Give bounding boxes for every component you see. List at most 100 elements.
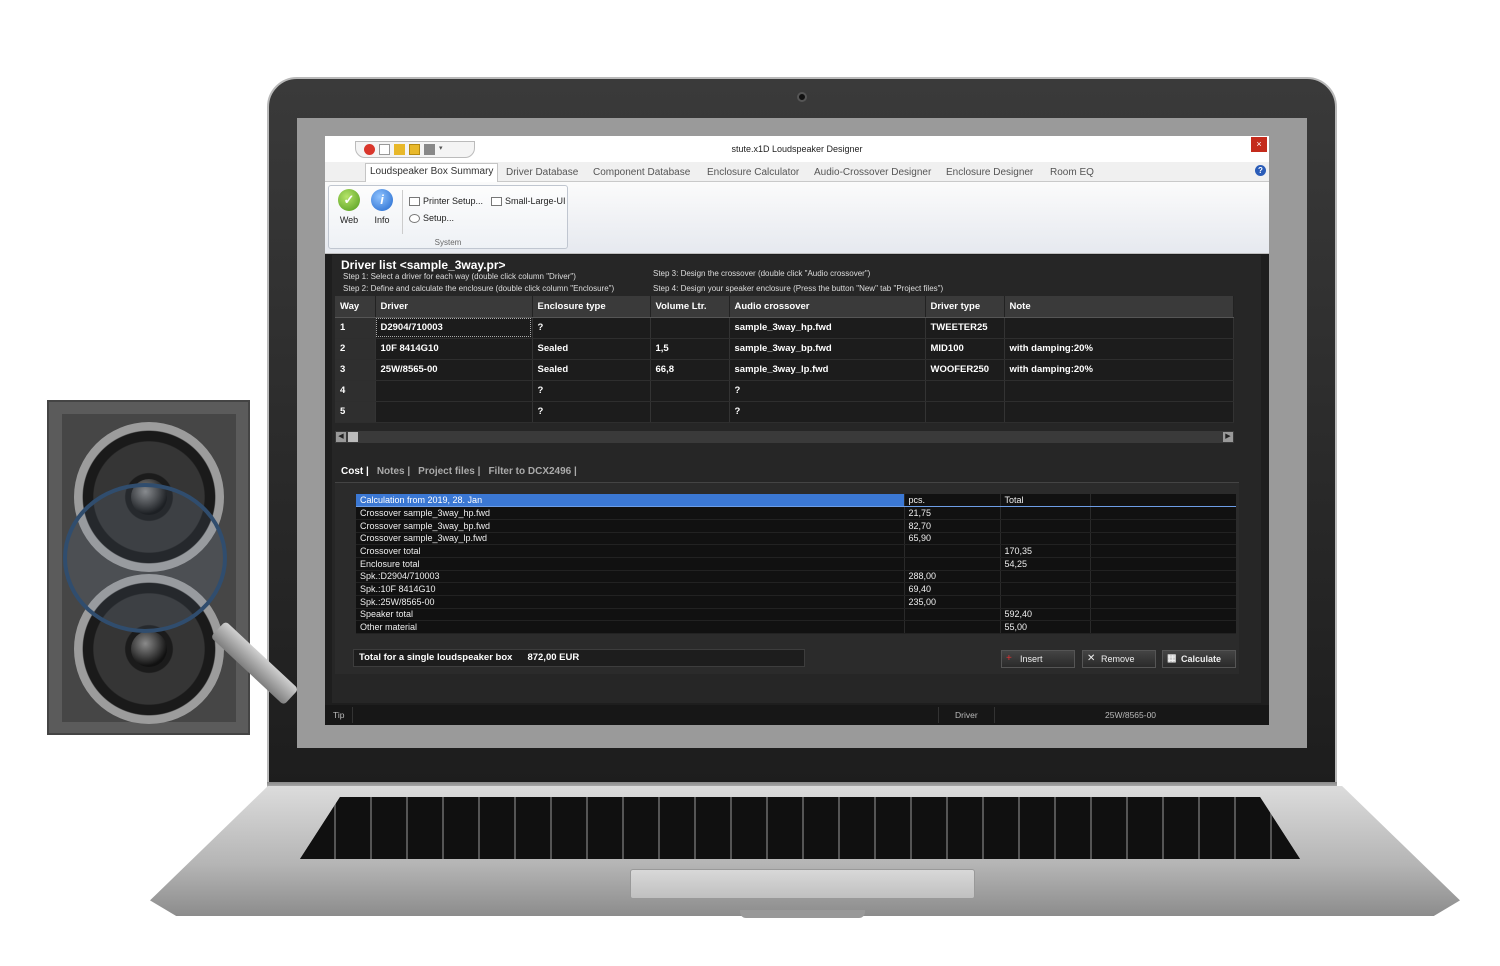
cost-cell[interactable] <box>1000 519 1091 533</box>
cost-row[interactable]: Crossover total 170,35 <box>356 544 1236 558</box>
setup-button[interactable]: Setup... <box>409 213 454 223</box>
grid-cell[interactable] <box>1004 317 1234 339</box>
grid-cell[interactable] <box>375 380 533 402</box>
cost-cell[interactable]: 69,40 <box>904 582 1001 596</box>
cost-cell[interactable]: Crossover total <box>356 544 905 558</box>
cost-cell[interactable] <box>1090 519 1236 533</box>
scroll-right-icon[interactable]: ▶ <box>1223 432 1233 442</box>
cost-cell[interactable]: 21,75 <box>904 506 1001 520</box>
cost-row[interactable]: Other material 55,00 <box>356 620 1236 634</box>
tab-enclosure-designer[interactable]: Enclosure Designer <box>942 165 1037 180</box>
cost-cell[interactable]: Spk.:D2904/710003 <box>356 570 905 584</box>
cost-cell[interactable]: Other material <box>356 620 905 634</box>
cost-row[interactable]: Speaker total 592,40 <box>356 608 1236 622</box>
cost-cell[interactable]: 170,35 <box>1000 544 1091 558</box>
cost-row[interactable]: Spk.:D2904/710003 288,00 <box>356 570 1236 584</box>
table-row[interactable]: 4 ? ? <box>335 380 1234 402</box>
cost-cell[interactable]: Speaker total <box>356 608 905 622</box>
tab-loudspeaker-box-summary[interactable]: Loudspeaker Box Summary <box>365 163 499 182</box>
cost-cell[interactable]: Total <box>1000 494 1091 508</box>
grid-cell[interactable] <box>650 317 730 339</box>
info-button[interactable]: i Info <box>366 189 398 225</box>
tab-enclosure-calculator[interactable]: Enclosure Calculator <box>703 165 803 180</box>
cost-row[interactable]: Calculation from 2019, 28. Jan pcs. Total <box>356 494 1236 508</box>
cost-row[interactable]: Crossover sample_3way_hp.fwd 21,75 <box>356 506 1236 520</box>
grid-cell[interactable]: 2 <box>335 338 376 360</box>
cost-row[interactable]: Enclosure total 54,25 <box>356 557 1236 571</box>
table-row[interactable]: 1 D2904/710003 ? sample_3way_hp.fwd TWEE… <box>335 317 1234 339</box>
cost-cell[interactable] <box>1000 595 1091 609</box>
grid-cell[interactable]: TWEETER25 <box>925 317 1005 339</box>
cost-cell[interactable]: Crossover sample_3way_hp.fwd <box>356 506 905 520</box>
column-header[interactable]: Audio crossover <box>729 296 926 318</box>
remove-button[interactable]: ✕ Remove <box>1082 650 1156 668</box>
cost-cell[interactable]: Crossover sample_3way_lp.fwd <box>356 532 905 546</box>
horizontal-scrollbar[interactable]: ◀ ▶ <box>335 431 1234 443</box>
close-button[interactable]: × <box>1251 137 1267 152</box>
grid-cell[interactable]: 1,5 <box>650 338 730 360</box>
grid-cell[interactable]: MID100 <box>925 338 1005 360</box>
grid-cell[interactable]: Sealed <box>532 338 651 360</box>
grid-cell[interactable]: 25W/8565-00 <box>375 359 533 381</box>
cost-cell[interactable]: 288,00 <box>904 570 1001 584</box>
grid-cell[interactable]: with damping:20% <box>1004 338 1234 360</box>
cost-row[interactable]: Spk.:10F 8414G10 69,40 <box>356 582 1236 596</box>
cost-cell[interactable] <box>904 620 1001 634</box>
table-row[interactable]: 2 10F 8414G10 Sealed 1,5 sample_3way_bp.… <box>335 338 1234 360</box>
grid-cell[interactable] <box>925 401 1005 423</box>
scroll-left-icon[interactable]: ◀ <box>336 432 346 442</box>
tab-driver-database[interactable]: Driver Database <box>502 165 582 180</box>
grid-cell[interactable]: 4 <box>335 380 376 402</box>
cost-cell[interactable]: Calculation from 2019, 28. Jan <box>356 494 905 508</box>
grid-cell[interactable]: sample_3way_lp.fwd <box>729 359 926 381</box>
grid-cell[interactable]: 5 <box>335 401 376 423</box>
cost-cell[interactable] <box>1090 582 1236 596</box>
cost-cell[interactable]: Spk.:10F 8414G10 <box>356 582 905 596</box>
cost-cell[interactable]: Spk.:25W/8565-00 <box>356 595 905 609</box>
column-header[interactable]: Driver type <box>925 296 1005 318</box>
grid-cell[interactable]: 1 <box>335 317 376 339</box>
grid-cell[interactable]: ? <box>532 401 651 423</box>
grid-cell[interactable]: with damping:20% <box>1004 359 1234 381</box>
cost-cell[interactable]: 592,40 <box>1000 608 1091 622</box>
cost-cell[interactable] <box>1000 582 1091 596</box>
tab-component-database[interactable]: Component Database <box>589 165 694 180</box>
grid-cell[interactable] <box>650 380 730 402</box>
help-icon[interactable]: ? <box>1255 165 1266 176</box>
cost-row[interactable]: Crossover sample_3way_bp.fwd 82,70 <box>356 519 1236 533</box>
cost-cell[interactable]: 65,90 <box>904 532 1001 546</box>
grid-cell[interactable]: WOOFER250 <box>925 359 1005 381</box>
cost-cell[interactable]: pcs. <box>904 494 1001 508</box>
cost-cell[interactable] <box>1000 506 1091 520</box>
cost-cell[interactable]: 55,00 <box>1000 620 1091 634</box>
grid-cell[interactable]: ? <box>532 317 651 339</box>
web-button[interactable]: ✓ Web <box>333 189 365 225</box>
grid-cell[interactable]: ? <box>729 401 926 423</box>
grid-cell[interactable] <box>1004 401 1234 423</box>
small-large-ui-button[interactable]: Small-Large-UI <box>491 196 566 206</box>
cost-cell[interactable] <box>904 557 1001 571</box>
grid-cell[interactable]: sample_3way_hp.fwd <box>729 317 926 339</box>
column-header[interactable]: Volume Ltr. <box>650 296 730 318</box>
cost-cell[interactable] <box>1090 557 1236 571</box>
cost-cell[interactable] <box>1090 494 1236 508</box>
cost-cell[interactable] <box>1090 544 1236 558</box>
cost-cell[interactable]: Enclosure total <box>356 557 905 571</box>
grid-cell[interactable]: ? <box>532 380 651 402</box>
tab-room-eq[interactable]: Room EQ <box>1046 165 1098 180</box>
grid-cell[interactable] <box>1004 380 1234 402</box>
column-header[interactable]: Way <box>335 296 376 318</box>
tab-filter-dcx2496[interactable]: Filter to DCX2496 | <box>484 464 580 479</box>
cost-cell[interactable] <box>1090 595 1236 609</box>
column-header[interactable]: Note <box>1004 296 1234 318</box>
tab-cost[interactable]: Cost | <box>337 464 373 479</box>
table-row[interactable]: 3 25W/8565-00 Sealed 66,8 sample_3way_lp… <box>335 359 1234 381</box>
cost-cell[interactable] <box>904 608 1001 622</box>
cost-cell[interactable] <box>1090 620 1236 634</box>
grid-cell[interactable] <box>650 401 730 423</box>
table-row[interactable]: 5 ? ? <box>335 401 1234 423</box>
grid-cell[interactable]: 66,8 <box>650 359 730 381</box>
grid-cell[interactable]: D2904/710003 <box>375 317 533 339</box>
cost-cell[interactable] <box>1090 608 1236 622</box>
grid-cell[interactable]: Sealed <box>532 359 651 381</box>
